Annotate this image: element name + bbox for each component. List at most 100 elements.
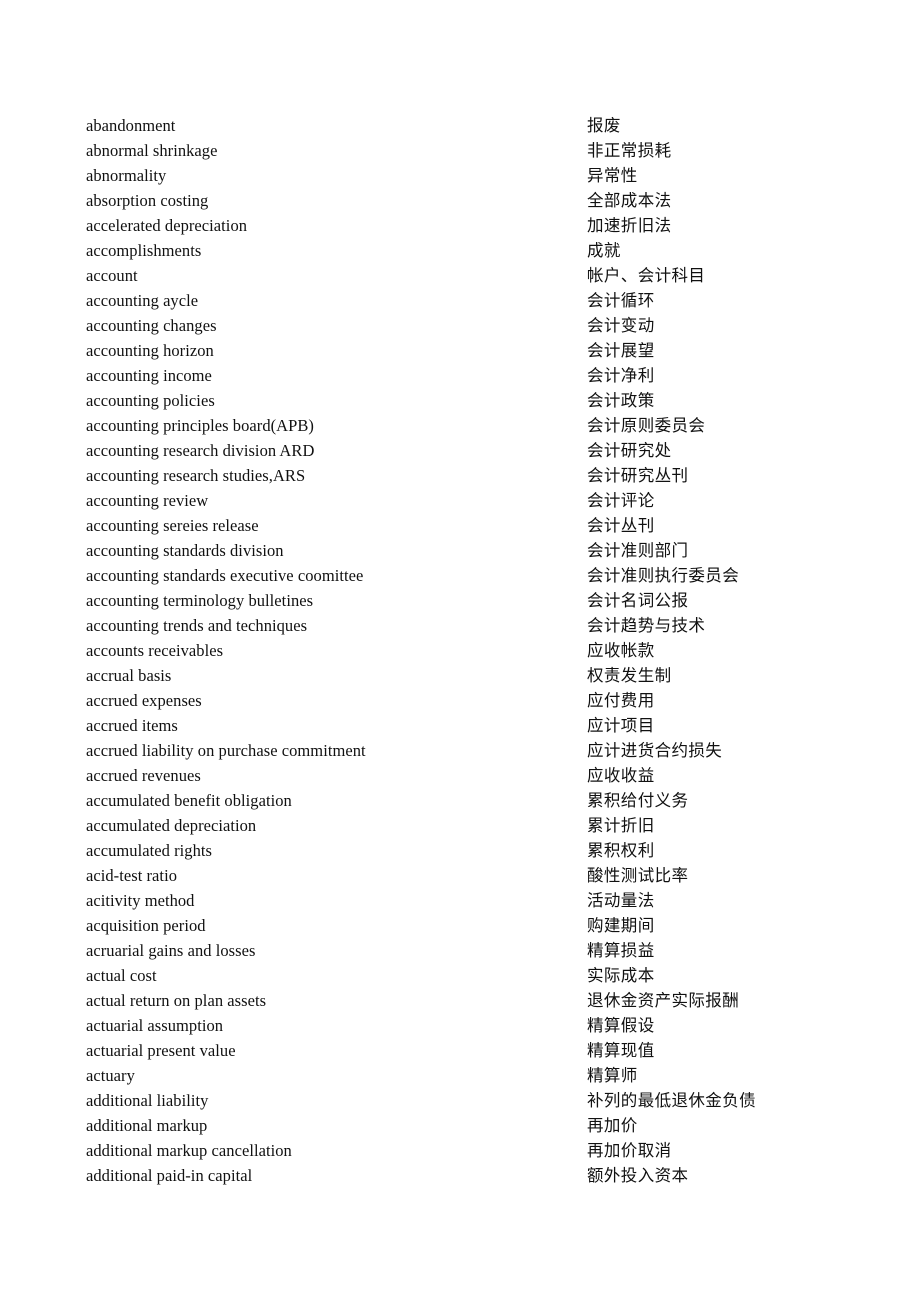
glossary-term-chinese: 成就 xyxy=(587,241,621,260)
glossary-term-english: accounting trends and techniques xyxy=(86,616,308,635)
glossary-term-chinese: 会计准则部门 xyxy=(587,541,689,560)
glossary-entry: additional markup 再加价 xyxy=(86,1113,846,1138)
glossary-term-chinese: 精算师 xyxy=(587,1066,638,1085)
glossary-entry: accrued revenues 应收收益 xyxy=(86,763,846,788)
glossary-term-english: additional paid-in capital xyxy=(86,1166,253,1185)
glossary-term-english: accounting review xyxy=(86,491,209,510)
glossary-entry: accumulated rights 累积权利 xyxy=(86,838,846,863)
glossary-entry: accumulated benefit obligation 累积给付义务 xyxy=(86,788,846,813)
glossary-entry: accelerated depreciation 加速折旧法 xyxy=(86,213,846,238)
glossary-term-chinese: 应收收益 xyxy=(587,766,655,785)
glossary-term-english: accumulated depreciation xyxy=(86,816,257,835)
glossary-term-chinese: 会计研究丛刊 xyxy=(587,466,689,485)
glossary-term-english: additional liability xyxy=(86,1091,209,1110)
glossary-entry: accounting horizon 会计展望 xyxy=(86,338,846,363)
glossary-entry: acruarial gains and losses 精算损益 xyxy=(86,938,846,963)
glossary-entry: accounting aycle 会计循环 xyxy=(86,288,846,313)
glossary-entry: accounting income 会计净利 xyxy=(86,363,846,388)
glossary-entry: accrual basis 权责发生制 xyxy=(86,663,846,688)
glossary-term-chinese: 酸性测试比率 xyxy=(587,866,689,885)
glossary-entry: acid-test ratio 酸性测试比率 xyxy=(86,863,846,888)
glossary-term-chinese: 会计原则委员会 xyxy=(587,416,706,435)
document-page: abandonment 报废 abnormal shrinkage 非正常损耗 abno… xyxy=(0,0,920,1301)
glossary-term-chinese: 权责发生制 xyxy=(587,666,672,685)
glossary-entry: accrued liability on purchase commitment… xyxy=(86,738,846,763)
glossary-term-chinese: 应计进货合约损失 xyxy=(587,741,723,760)
glossary-term-chinese: 应收帐款 xyxy=(587,641,655,660)
glossary-term-english: accounting terminology bulletines xyxy=(86,591,314,610)
glossary-entry: accounting principles board(APB) 会计原则委员会 xyxy=(86,413,846,438)
glossary-term-english: accounting changes xyxy=(86,316,217,335)
glossary-entry: absorption costing 全部成本法 xyxy=(86,188,846,213)
glossary-term-chinese: 累积权利 xyxy=(587,841,655,860)
glossary-term-chinese: 会计准则执行委员会 xyxy=(587,566,740,585)
glossary-entry: abandonment 报废 xyxy=(86,113,846,138)
glossary-term-english: accounting standards executive coomittee xyxy=(86,566,364,585)
glossary-term-english: abnormal shrinkage xyxy=(86,141,218,160)
glossary-entry: accounts receivables 应收帐款 xyxy=(86,638,846,663)
glossary-term-chinese: 再加价取消 xyxy=(587,1141,672,1160)
glossary-term-english: actuary xyxy=(86,1066,135,1085)
glossary-term-english: acitivity method xyxy=(86,891,195,910)
glossary-term-english: acquisition period xyxy=(86,916,206,935)
glossary-term-chinese: 精算假设 xyxy=(587,1016,655,1035)
glossary-term-chinese: 非正常损耗 xyxy=(587,141,672,160)
glossary-term-english: accounting income xyxy=(86,366,212,385)
glossary-entry: accounting trends and techniques 会计趋势与技术 xyxy=(86,613,846,638)
glossary-term-chinese: 加速折旧法 xyxy=(587,216,672,235)
glossary-term-english: accelerated depreciation xyxy=(86,216,248,235)
glossary-entry-list: abandonment 报废 abnormal shrinkage 非正常损耗 abno… xyxy=(86,113,846,1188)
glossary-term-english: accrued liability on purchase commitment xyxy=(86,741,366,760)
glossary-entry: abnormal shrinkage 非正常损耗 xyxy=(86,138,846,163)
glossary-term-english: acruarial gains and losses xyxy=(86,941,256,960)
glossary-term-english: accounting principles board(APB) xyxy=(86,416,314,435)
glossary-term-english: actuarial present value xyxy=(86,1041,236,1060)
glossary-term-chinese: 会计研究处 xyxy=(587,441,672,460)
glossary-entry: acquisition period 购建期间 xyxy=(86,913,846,938)
glossary-entry: accounting standards executive coomittee… xyxy=(86,563,846,588)
glossary-term-english: accrued expenses xyxy=(86,691,202,710)
glossary-term-english: accounting research studies,ARS xyxy=(86,466,306,485)
glossary-term-english: accumulated rights xyxy=(86,841,212,860)
glossary-term-chinese: 应计项目 xyxy=(587,716,655,735)
glossary-term-english: account xyxy=(86,266,138,285)
glossary-term-english: abnormality xyxy=(86,166,167,185)
glossary-term-chinese: 会计展望 xyxy=(587,341,655,360)
glossary-entry: accounting policies 会计政策 xyxy=(86,388,846,413)
glossary-term-english: abandonment xyxy=(86,116,176,135)
glossary-term-chinese: 全部成本法 xyxy=(587,191,672,210)
glossary-entry: accounting review 会计评论 xyxy=(86,488,846,513)
glossary-term-chinese: 会计名词公报 xyxy=(587,591,689,610)
glossary-entry: accounting research studies,ARS 会计研究丛刊 xyxy=(86,463,846,488)
glossary-term-chinese: 异常性 xyxy=(587,166,638,185)
glossary-term-chinese: 会计净利 xyxy=(587,366,655,385)
glossary-term-chinese: 活动量法 xyxy=(587,891,655,910)
glossary-term-chinese: 购建期间 xyxy=(587,916,655,935)
glossary-term-english: accounting standards division xyxy=(86,541,284,560)
glossary-entry: accounting terminology bulletines 会计名词公报 xyxy=(86,588,846,613)
glossary-entry: additional markup cancellation 再加价取消 xyxy=(86,1138,846,1163)
glossary-entry: acitivity method 活动量法 xyxy=(86,888,846,913)
glossary-term-chinese: 精算现值 xyxy=(587,1041,655,1060)
glossary-term-english: additional markup cancellation xyxy=(86,1141,292,1160)
glossary-term-english: accounting research division ARD xyxy=(86,441,315,460)
glossary-term-english: acid-test ratio xyxy=(86,866,178,885)
glossary-entry: accounting research division ARD 会计研究处 xyxy=(86,438,846,463)
glossary-term-english: accrued items xyxy=(86,716,178,735)
glossary-term-chinese: 累计折旧 xyxy=(587,816,655,835)
glossary-entry: actuarial present value 精算现值 xyxy=(86,1038,846,1063)
glossary-entry: accounting changes 会计变动 xyxy=(86,313,846,338)
glossary-entry: additional liability 补列的最低退休金负债 xyxy=(86,1088,846,1113)
glossary-term-english: accounting horizon xyxy=(86,341,214,360)
glossary-term-chinese: 会计评论 xyxy=(587,491,655,510)
glossary-term-english: accrued revenues xyxy=(86,766,201,785)
glossary-entry: abnormality 异常性 xyxy=(86,163,846,188)
glossary-entry: actuarial assumption 精算假设 xyxy=(86,1013,846,1038)
glossary-term-chinese: 退休金资产实际报酬 xyxy=(587,991,740,1010)
glossary-term-chinese: 会计政策 xyxy=(587,391,655,410)
glossary-term-chinese: 额外投入资本 xyxy=(587,1166,689,1185)
glossary-term-chinese: 会计趋势与技术 xyxy=(587,616,706,635)
glossary-term-english: accrual basis xyxy=(86,666,172,685)
glossary-term-english: actuarial assumption xyxy=(86,1016,224,1035)
glossary-entry: accounting sereies release 会计丛刊 xyxy=(86,513,846,538)
